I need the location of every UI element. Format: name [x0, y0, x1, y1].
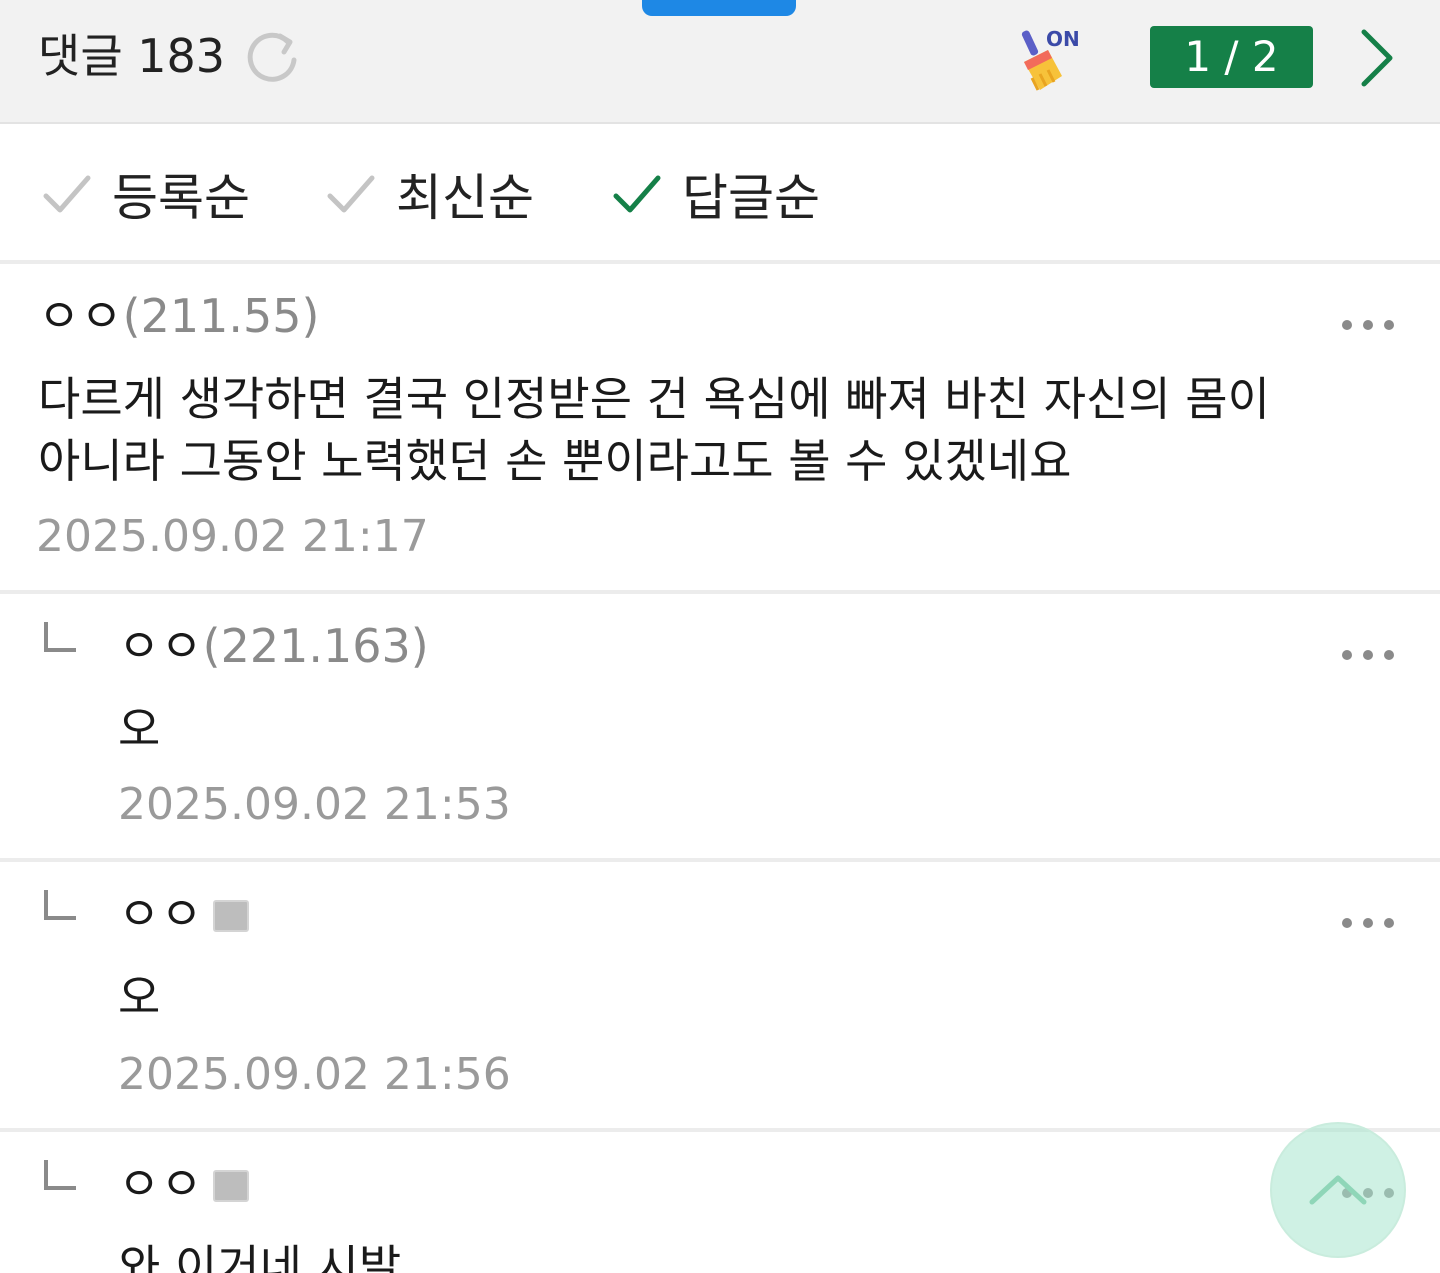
author-nickname: ㅇㅇ	[38, 289, 123, 343]
author-nickname: ㅇㅇ	[118, 887, 203, 941]
sort-option-replies[interactable]: 답글순	[612, 164, 820, 227]
author-nickname: ㅇㅇ	[118, 619, 203, 673]
sort-option-latest[interactable]: 최신순	[326, 164, 534, 227]
more-options-icon[interactable]	[1342, 650, 1394, 662]
author-ip: (221.163)	[202, 619, 429, 673]
sort-option-label: 등록순	[112, 169, 250, 227]
comment-timestamp: 2025.09.02 21:56	[118, 1049, 511, 1100]
more-options-icon[interactable]	[1342, 918, 1394, 930]
reply-item: ㅇㅇ 와 이거네 시발	[0, 1132, 1440, 1273]
comment-text: 와 이거네 시발	[118, 1240, 402, 1273]
comment-timestamp: 2025.09.02 21:17	[36, 511, 429, 562]
more-options-icon[interactable]	[1342, 320, 1394, 332]
comment-author[interactable]: ㅇㅇ(221.163)	[118, 618, 429, 674]
check-icon	[327, 175, 375, 213]
comment-author[interactable]: ㅇㅇ	[118, 886, 249, 942]
reply-arrow-icon	[44, 890, 76, 920]
comment-count-title: 댓글 183	[38, 29, 226, 83]
comment-item: ㅇㅇ(211.55) 다르게 생각하면 결국 인정받은 건 욕심에 빠져 바친 …	[0, 264, 1440, 590]
cleaner-broom-icon[interactable]: ON	[1018, 26, 1082, 96]
sort-option-label: 답글순	[682, 169, 820, 227]
sheet-drag-handle[interactable]	[642, 0, 796, 16]
page-indicator: 1 / 2	[1150, 26, 1313, 88]
comment-timestamp: 2025.09.02 21:53	[118, 779, 511, 830]
cleaner-on-label: ON	[1046, 27, 1080, 51]
chevron-up-icon	[1309, 1175, 1367, 1205]
scroll-to-top-button[interactable]	[1270, 1122, 1406, 1258]
reply-arrow-icon	[44, 622, 76, 652]
reply-item: ㅇㅇ(221.163) 오 2025.09.02 21:53	[0, 594, 1440, 858]
comment-author[interactable]: ㅇㅇ(211.55)	[38, 288, 320, 344]
comment-text: 오	[118, 702, 161, 756]
check-icon	[43, 175, 91, 213]
comment-header: 댓글 183 ON 1 / 2	[0, 0, 1440, 124]
refresh-icon[interactable]	[244, 28, 300, 84]
comment-text-line: 아니라 그동안 노력했던 손 뿐이라고도 볼 수 있겠네요	[38, 434, 1072, 488]
reply-arrow-icon	[44, 1160, 76, 1190]
fixed-nick-badge-icon	[212, 1169, 249, 1202]
comment-text-line: 다르게 생각하면 결국 인정받은 건 욕심에 빠져 바친 자신의 몸이	[38, 372, 1270, 426]
author-nickname: ㅇㅇ	[118, 1157, 203, 1211]
reply-item: ㅇㅇ 오 2025.09.02 21:56	[0, 862, 1440, 1128]
check-icon	[613, 175, 661, 213]
sort-option-registered[interactable]: 등록순	[42, 164, 250, 227]
comment-text: 오	[118, 970, 161, 1024]
comment-author[interactable]: ㅇㅇ	[118, 1156, 249, 1212]
comment-text: 다르게 생각하면 결국 인정받은 건 욕심에 빠져 바친 자신의 몸이 아니라 …	[38, 368, 1270, 492]
sort-options-bar: 등록순 최신순 답글순	[0, 124, 1440, 264]
chevron-right-icon[interactable]	[1356, 26, 1396, 90]
sort-option-label: 최신순	[396, 169, 534, 227]
fixed-nick-badge-icon	[212, 899, 249, 932]
author-ip: (211.55)	[122, 289, 320, 343]
